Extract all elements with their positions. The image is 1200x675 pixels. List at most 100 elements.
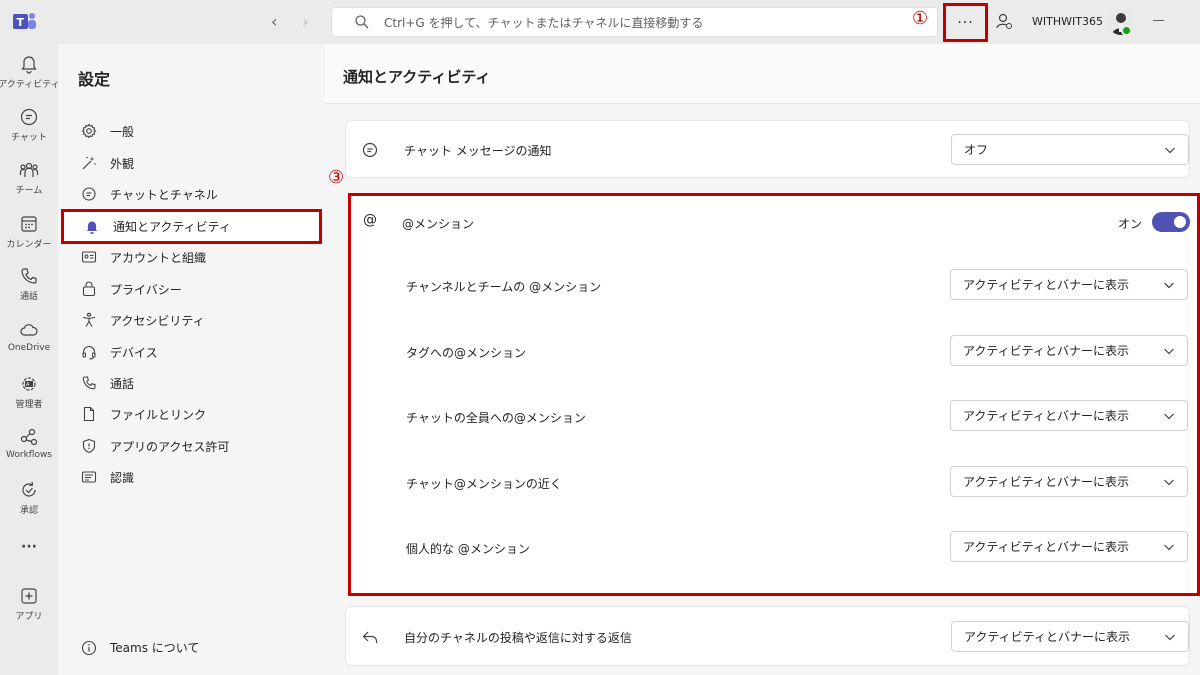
apps-icon [21, 588, 37, 604]
shield-icon [82, 438, 96, 454]
app-rail: アクティビティ チャット チーム カレンダー 通話 OneDrive A 管理者… [0, 44, 60, 675]
at-icon: @ [363, 212, 377, 228]
annotation-marker-3: ③ [328, 167, 345, 188]
more-dots-icon: ··· [21, 539, 37, 555]
calendar-icon [21, 216, 37, 232]
settings-item-recognition[interactable]: 認識 [78, 462, 318, 492]
workflows-icon [20, 428, 38, 446]
settings-item-notifications[interactable]: 通知とアクティビティ [61, 209, 322, 244]
mention-row-label: チャット@メンションの近く [406, 477, 562, 491]
minimize-window-button[interactable] [1153, 20, 1164, 21]
rail-item-calls[interactable]: 通話 [0, 266, 58, 302]
phone-icon [82, 376, 96, 390]
rail-item-approvals[interactable]: 承認 [0, 480, 58, 516]
settings-item-account-org[interactable]: アカウントと組織 [78, 242, 318, 272]
rail-item-apps[interactable]: アプリ [0, 586, 58, 622]
chat-notify-dropdown[interactable]: オフ [951, 134, 1189, 165]
chevron-down-icon [1164, 413, 1174, 419]
headset-icon [82, 346, 96, 360]
chevron-down-icon [1165, 634, 1175, 640]
mention-row-dropdown[interactable]: アクティビティとバナーに表示 [950, 466, 1188, 497]
rail-item-workflows[interactable]: Workflows [0, 427, 58, 460]
approvals-icon [22, 481, 36, 497]
mention-row-dropdown[interactable]: アクティビティとバナーに表示 [950, 531, 1188, 562]
info-icon [81, 640, 97, 655]
search-icon [355, 15, 369, 29]
rail-item-teams[interactable]: チーム [0, 160, 58, 196]
chevron-down-icon [1164, 348, 1174, 354]
rail-more-button[interactable]: ··· [0, 539, 58, 555]
mention-row-dropdown[interactable]: アクティビティとバナーに表示 [950, 335, 1188, 366]
chat-notify-card: チャット メッセージの通知 オフ [345, 120, 1190, 178]
gear-icon [81, 123, 97, 139]
chevron-down-icon [1164, 479, 1174, 485]
settings-item-calls[interactable]: 通話 [78, 368, 318, 398]
rail-item-calendar[interactable]: カレンダー [0, 214, 58, 250]
lock-icon [82, 281, 96, 297]
settings-item-devices[interactable]: デバイス [78, 337, 318, 367]
search-input[interactable]: Ctrl+G を押して、チャットまたはチャネルに直接移動する [331, 7, 938, 37]
mention-row-label: タグへの@メンション [406, 346, 527, 360]
title-bar: T ‹ › Ctrl+G を押して、チャットまたはチャネルに直接移動する ① ·… [0, 0, 1200, 44]
chevron-down-icon [1164, 544, 1174, 550]
org-name[interactable]: WITHWIT365 [1032, 15, 1103, 28]
settings-item-chat-channels[interactable]: チャットとチャネル [78, 179, 318, 209]
mentions-toggle[interactable] [1152, 212, 1190, 232]
teams-icon [19, 162, 39, 177]
settings-item-general[interactable]: 一般 [78, 116, 318, 146]
svg-text:A: A [26, 382, 30, 388]
reply-notify-card: 自分のチャネルの投稿や返信に対する返信 アクティビティとバナーに表示 [345, 606, 1190, 666]
settings-item-app-permissions[interactable]: アプリのアクセス許可 [78, 431, 318, 461]
reply-notify-dropdown[interactable]: アクティビティとバナーに表示 [951, 621, 1189, 652]
file-icon [83, 406, 95, 422]
page-title: 通知とアクティビティ [343, 68, 491, 86]
mention-row-label: チャットの全員への@メンション [406, 411, 586, 425]
about-teams-link[interactable]: Teams について [78, 639, 199, 656]
mentions-label: @メンション [402, 217, 475, 231]
mentions-toggle-label: オン [1118, 217, 1143, 231]
settings-item-appearance[interactable]: 外観 [78, 148, 318, 178]
more-options-button[interactable]: ··· [943, 3, 988, 42]
recognition-icon [81, 471, 97, 483]
mention-row-dropdown[interactable]: アクティビティとバナーに表示 [950, 269, 1188, 300]
mentions-section: @ @メンション オン チャンネルとチームの @メンション アクティビティとバナ… [348, 193, 1200, 596]
chat-icon [362, 142, 378, 158]
accessibility-icon [82, 312, 96, 327]
id-card-icon [81, 251, 97, 263]
chat-icon [20, 108, 38, 126]
search-placeholder: Ctrl+G を押して、チャットまたはチャネルに直接移動する [384, 15, 704, 30]
person-settings-icon[interactable] [995, 12, 1013, 30]
rail-item-chat[interactable]: チャット [0, 107, 58, 143]
settings-item-files-links[interactable]: ファイルとリンク [78, 399, 318, 429]
mention-row-label: 個人的な @メンション [406, 542, 530, 556]
phone-icon [21, 268, 37, 284]
wand-icon [82, 156, 96, 170]
main-header: 通知とアクティビティ [325, 44, 1200, 104]
teams-logo-icon: T [13, 13, 36, 29]
settings-item-accessibility[interactable]: アクセシビリティ [78, 305, 318, 335]
admin-icon: A [22, 377, 36, 391]
chat-icon [82, 187, 96, 201]
chevron-down-icon [1164, 282, 1174, 288]
chevron-down-icon [1165, 147, 1175, 153]
rail-item-activity[interactable]: アクティビティ [0, 54, 60, 90]
chat-notify-label: チャット メッセージの通知 [404, 144, 552, 158]
cloud-icon [20, 324, 38, 336]
presence-available-icon [1121, 25, 1132, 36]
svg-text:T: T [17, 16, 25, 29]
reply-arrow-icon [362, 631, 378, 643]
reply-notify-label: 自分のチャネルの投稿や返信に対する返信 [404, 631, 632, 645]
settings-item-privacy[interactable]: プライバシー [78, 274, 318, 304]
bell-icon [86, 221, 98, 234]
mention-row-dropdown[interactable]: アクティビティとバナーに表示 [950, 400, 1188, 431]
settings-title: 設定 [78, 70, 111, 89]
back-arrow-icon[interactable]: ‹ [271, 12, 277, 31]
main-panel: 通知とアクティビティ チャット メッセージの通知 オフ ③ @ @メンション オ… [325, 44, 1200, 675]
rail-item-admin[interactable]: A 管理者 [0, 374, 58, 410]
rail-item-onedrive[interactable]: OneDrive [0, 320, 58, 353]
settings-sidebar: 設定 一般 外観 ② チャットとチャネル 通知とアクティビティ アカウントと組織… [58, 44, 325, 675]
annotation-marker-1: ① [912, 8, 929, 29]
mention-row-label: チャンネルとチームの @メンション [406, 280, 602, 294]
bell-icon [21, 56, 37, 74]
forward-arrow-icon[interactable]: › [302, 12, 308, 31]
